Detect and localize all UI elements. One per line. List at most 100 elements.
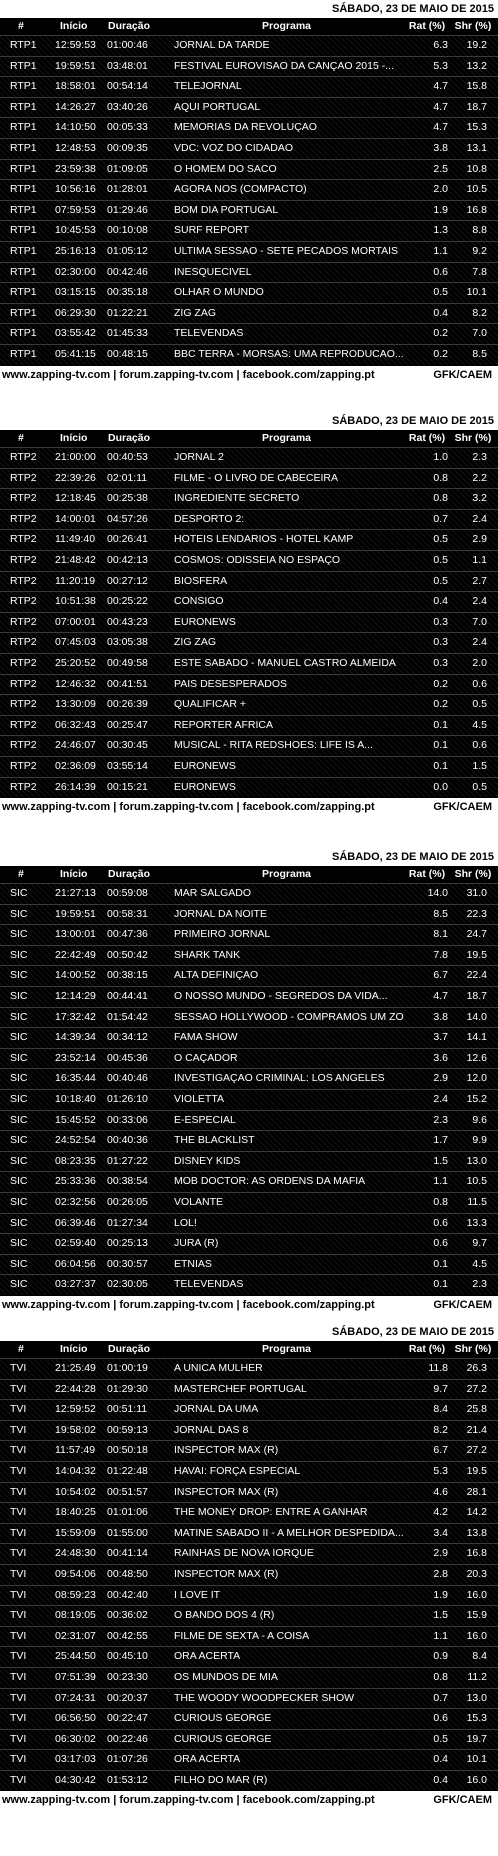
column-header-duracao: Duração [108,432,151,444]
table-row: SIC 02:59:40 00:25:13 JURA (R) 0.6 9.7 [0,1233,498,1254]
channel-cell: TVI [10,1609,27,1622]
share-cell: 11.5 [467,1195,487,1208]
rating-cell: 7.8 [433,948,448,961]
rating-cell: 0.3 [433,636,448,649]
table-row: RTP1 03:55:42 01:45:33 TELEVENDAS 0.2 7.0 [0,323,498,344]
column-header-rat: Rat (%) [408,1343,446,1355]
share-cell: 8.5 [472,347,487,360]
share-cell: 28.1 [466,1485,487,1498]
table-row: TVI 02:31:07 00:42:55 FILME DE SEXTA - A CO… [0,1625,498,1647]
table-row: SIC 06:39:46 01:27:34 LOL! 0.6 13.3 [0,1212,498,1234]
program-cell: JORNAL DA NOITE [174,907,267,920]
rating-cell: 3.4 [433,1526,448,1539]
channel-cell: TVI [10,1444,27,1457]
duration-cell: 00:38:15 [107,969,148,982]
duration-cell: 00:26:39 [107,698,148,711]
table-row: TVI 11:57:49 00:50:18 INSPECTOR MAX (R) 6.7 2… [0,1440,498,1461]
table-row: RTP1 14:26:27 03:40:26 AQUI PORTUGAL 4.7 18.7 [0,96,498,118]
start-time-cell: 05:41:15 [55,347,96,360]
duration-cell: 01:07:26 [107,1753,148,1766]
column-header-rat: Rat (%) [408,432,446,444]
rating-cell: 1.9 [433,203,448,216]
start-time-cell: 06:30:02 [55,1732,96,1745]
channel-cell: TVI [10,1629,27,1642]
table-body: RTP1 12:59:53 01:00:46 JORNAL DA TARDE 6.3 19… [0,35,498,365]
share-cell: 27.2 [466,1444,487,1457]
start-time-cell: 14:26:27 [55,100,96,113]
rating-cell: 0.7 [433,512,448,525]
channel-cell: TVI [10,1650,27,1663]
start-time-cell: 03:17:03 [55,1753,96,1766]
channel-cell: TVI [10,1423,27,1436]
table-row: SIC 15:45:52 00:33:06 E-ESPECIAL 2.3 9.6 [0,1109,498,1131]
start-time-cell: 14:10:50 [55,121,96,134]
duration-cell: 00:40:36 [107,1134,148,1147]
channel-cell: RTP2 [10,512,37,525]
table-row: RTP1 18:58:01 00:54:14 TELEJORNAL 4.7 15.8 [0,76,498,97]
share-cell: 2.2 [472,471,487,484]
channel-cell: SIC [10,1092,28,1105]
channel-cell: RTP1 [10,244,37,257]
program-cell: LOL! [174,1216,197,1229]
column-header-duracao: Duração [108,1343,151,1355]
start-time-cell: 23:52:14 [55,1051,96,1064]
footer-links[interactable]: www.zapping-tv.com | forum.zapping-tv.co… [2,366,375,384]
column-header-rat: Rat (%) [408,868,446,880]
program-cell: AGORA NOS (COMPACTO) [174,183,307,196]
table-footer: www.zapping-tv.com | forum.zapping-tv.co… [0,1294,498,1314]
channel-cell: SIC [10,907,28,920]
program-cell: JURA (R) [174,1237,219,1250]
start-time-cell: 06:29:30 [55,306,96,319]
program-cell: REPORTER AFRICA [174,718,273,731]
rating-cell: 4.7 [433,121,448,134]
channel-cell: SIC [10,1113,28,1126]
program-cell: MATINE SABADO II - A MELHOR DESPEDIDA... [174,1526,404,1539]
channel-cell: TVI [10,1732,27,1745]
start-time-cell: 09:54:06 [55,1567,96,1580]
share-cell: 13.3 [466,1216,487,1229]
share-cell: 10.8 [466,162,487,175]
share-cell: 15.8 [466,80,487,93]
start-time-cell: 18:58:01 [55,80,96,93]
rating-cell: 0.4 [433,595,448,608]
table-row: SIC 13:00:01 00:47:36 PRIMEIRO JORNAL 8.1 24.… [0,924,498,945]
start-time-cell: 07:45:03 [55,636,96,649]
start-time-cell: 02:31:07 [55,1629,96,1642]
start-time-cell: 10:51:38 [55,595,96,608]
duration-cell: 00:20:37 [107,1691,148,1704]
channel-cell: SIC [10,928,28,941]
start-time-cell: 10:56:16 [55,183,96,196]
duration-cell: 03:40:26 [107,100,148,113]
share-cell: 2.3 [472,451,487,463]
program-cell: PAIS DESESPERADOS [174,677,288,690]
share-cell: 25.8 [466,1403,487,1416]
table-row: RTP2 21:00:00 00:40:53 JORNAL 2 1.0 2.3 [0,447,498,468]
share-cell: 1.5 [472,759,487,772]
start-time-cell: 26:14:39 [55,780,96,793]
program-cell: O NOSSO MUNDO - SEGREDOS DA VIDA... [174,989,388,1002]
footer-links[interactable]: www.zapping-tv.com | forum.zapping-tv.co… [2,1296,375,1314]
program-cell: FILME - O LIVRO DE CABECEIRA [174,471,338,484]
table-row: RTP1 05:41:15 00:48:15 BBC TERRA - MORSAS: … [0,343,498,365]
rating-cell: 11.8 [428,1362,448,1374]
rating-cell: 0.6 [433,265,448,278]
table-row: RTP2 13:30:09 00:26:39 QUALIFICAR + 0.2 0.5 [0,694,498,715]
rating-cell: 4.2 [433,1506,448,1519]
start-time-cell: 21:48:42 [55,553,96,566]
column-header-shr: Shr (%) [454,20,492,32]
footer-links[interactable]: www.zapping-tv.com | forum.zapping-tv.co… [2,798,375,816]
rating-cell: 3.8 [433,1010,448,1023]
channel-cell: TVI [10,1464,27,1477]
table-row: TVI 07:51:39 00:23:30 OS MUNDOS DE MIA 0.8 11… [0,1666,498,1688]
share-cell: 4.5 [472,718,487,731]
channel-cell: TVI [10,1691,27,1704]
start-time-cell: 10:18:40 [55,1092,96,1105]
start-time-cell: 08:59:23 [55,1588,96,1601]
channel-cell: RTP1 [10,141,37,154]
channel-cell: SIC [10,1278,28,1291]
footer-links[interactable]: www.zapping-tv.com | forum.zapping-tv.co… [2,1791,375,1809]
rating-cell: 14.0 [427,887,448,899]
table-row: TVI 19:58:02 00:59:13 JORNAL DAS 8 8.2 21.4 [0,1419,498,1441]
program-cell: VOLANTE [174,1195,224,1208]
channel-cell: RTP2 [10,471,37,484]
